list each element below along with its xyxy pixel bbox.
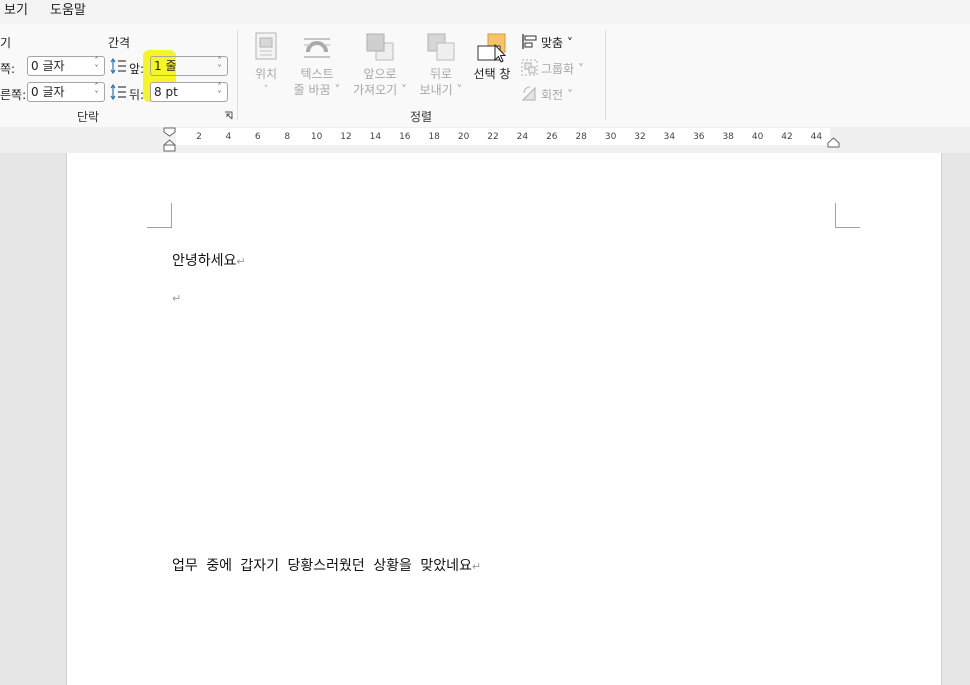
ruler-tick-label: 36 [693,132,705,142]
rotate-label: 회전 ˅ [541,88,573,102]
ruler-tick-label: 10 [310,132,323,142]
spin-arrows-icon[interactable]: ˄ ˅ [92,57,101,75]
spacing-before-value: 1 줄 [154,59,177,73]
spacing-after-value: 8 pt [154,85,178,99]
wrap-text-icon [304,38,330,58]
rotate-button[interactable]: 회전 ˅ [520,84,590,104]
group-label: 그룹화 ˅ [541,62,584,76]
ruler-tick-label: 26 [546,132,558,142]
rotate-icon [521,86,536,101]
ruler-tick-label: 22 [487,132,499,142]
document-page[interactable]: 안녕하세요↵ ↵ 업무 중에 갑자기 당황스러웠던 상황을 맞았네요↵ [66,153,942,685]
selection-pane-icon [477,33,507,63]
ruler-tick-label: 14 [369,132,382,142]
ruler-tick-label: 34 [663,132,676,142]
position-button[interactable]: 위치 ˅ [245,30,287,102]
wrap-text-label1: 텍스트 [300,67,334,81]
menu-bar: 보기 도움말 [0,0,970,24]
group-icon [521,59,538,76]
spin-arrows-icon[interactable]: ˄ ˅ [215,83,224,101]
ruler-tick-label: 42 [781,132,793,142]
crop-mark-top-right [835,203,860,228]
position-dropdown-icon: ˅ [263,85,269,95]
paragraph-3-text: 업무 중에 갑자기 당황스러웠던 상황을 맞았네요 [172,558,472,574]
spacing-after-label: 뒤: [129,88,145,102]
paragraph-group-name: 단락 [76,110,100,124]
send-backward-icon [427,33,455,61]
spacing-title: 간격 [108,36,131,50]
menu-help[interactable]: 도움말 [50,2,86,20]
ruler-ticks: 2 4 6 8 10 12 14 16 18 20 22 24 26 28 30 32 34 36 38 40 42 44 [0,128,970,145]
crop-mark-top-left [147,203,172,228]
indent-title: 기 [0,36,12,50]
selection-pane-button[interactable]: 선택 창 [470,30,514,90]
ruler-tick-label: 16 [399,132,411,142]
position-label: 위치 [254,67,278,81]
spin-arrows-icon[interactable]: ˄ ˅ [215,57,224,75]
indent-left-value: 0 글자 [31,59,65,73]
ruler-tick-label: 8 [284,132,291,142]
paragraph-3[interactable]: 업무 중에 갑자기 당황스러웠던 상황을 맞았네요↵ [172,555,481,575]
ruler-tick-label: 12 [340,132,352,142]
align-icon [522,34,537,49]
wrap-text-label2: 줄 바꿈 ˅ [293,83,341,97]
ruler-tick-label: 38 [722,132,734,142]
selection-pane-label: 선택 창 [473,67,511,81]
indent-left-label: 쪽: [0,62,16,76]
align-button[interactable]: 맞춤 ˅ [520,32,590,52]
ruler-tick-label: 32 [634,132,646,142]
send-backward-button[interactable]: 뒤로 보내기 ˅ [414,30,468,102]
indent-right-label: 른쪽: [0,88,27,102]
bring-forward-button[interactable]: 앞으로 가져오기 ˅ [349,30,411,102]
paragraph-1-text: 안녕하세요 [172,253,237,269]
ruler-tick-label: 20 [457,132,470,142]
paragraph-mark: ↵ [471,560,482,573]
spacing-before-input[interactable]: 1 줄 ˄ ˅ [150,56,228,76]
paragraph-2[interactable]: ↵ [172,290,181,306]
ruler-tick-label: 18 [428,132,440,142]
paragraph-mark: ↵ [172,292,182,305]
send-backward-label1: 뒤로 [429,67,453,81]
indent-left-input[interactable]: 0 글자 ˄ ˅ [27,56,105,76]
bring-forward-icon [366,33,394,61]
ribbon: 기 간격 쪽: 0 글자 ˄ ˅ 른쪽: 0 글자 ˄ ˅ 앞: 1 줄 ˄ ˅ 뒤:… [0,24,970,128]
group-separator [605,30,606,120]
ruler-tick-label: 40 [751,132,764,142]
dialog-launcher-icon[interactable] [224,111,233,120]
ruler-tick-label: 24 [516,132,529,142]
paragraph-1[interactable]: 안녕하세요↵ [172,250,246,270]
ruler-tick-label: 4 [225,132,232,142]
paragraph-mark: ↵ [236,255,246,268]
ruler-tick-label: 30 [604,132,617,142]
bring-forward-label1: 앞으로 [363,67,397,81]
bring-forward-label2: 가져오기 ˅ [353,83,407,97]
group-separator [237,30,238,120]
menu-view[interactable]: 보기 [4,2,28,20]
indent-right-input[interactable]: 0 글자 ˄ ˅ [27,82,105,102]
spacing-before-label: 앞: [129,62,145,76]
ruler-tick-label: 44 [810,132,823,142]
spacing-after-icon [110,84,126,100]
spacing-before-icon [110,58,126,74]
send-backward-label2: 보내기 ˅ [419,83,463,97]
ruler-tick-label: 28 [575,132,587,142]
wrap-text-button[interactable]: 텍스트 줄 바꿈 ˅ [290,30,344,102]
position-icon [255,32,277,60]
align-label: 맞춤 ˅ [541,36,573,50]
spin-arrows-icon[interactable]: ˄ ˅ [92,83,101,101]
group-button[interactable]: 그룹화 ˅ [520,58,590,78]
arrange-group-name: 정렬 [409,110,433,124]
ruler-tick-label: 6 [254,132,261,142]
spacing-after-input[interactable]: 8 pt ˄ ˅ [150,82,228,102]
ruler-tick-label: 2 [196,132,202,142]
indent-right-value: 0 글자 [31,85,65,99]
